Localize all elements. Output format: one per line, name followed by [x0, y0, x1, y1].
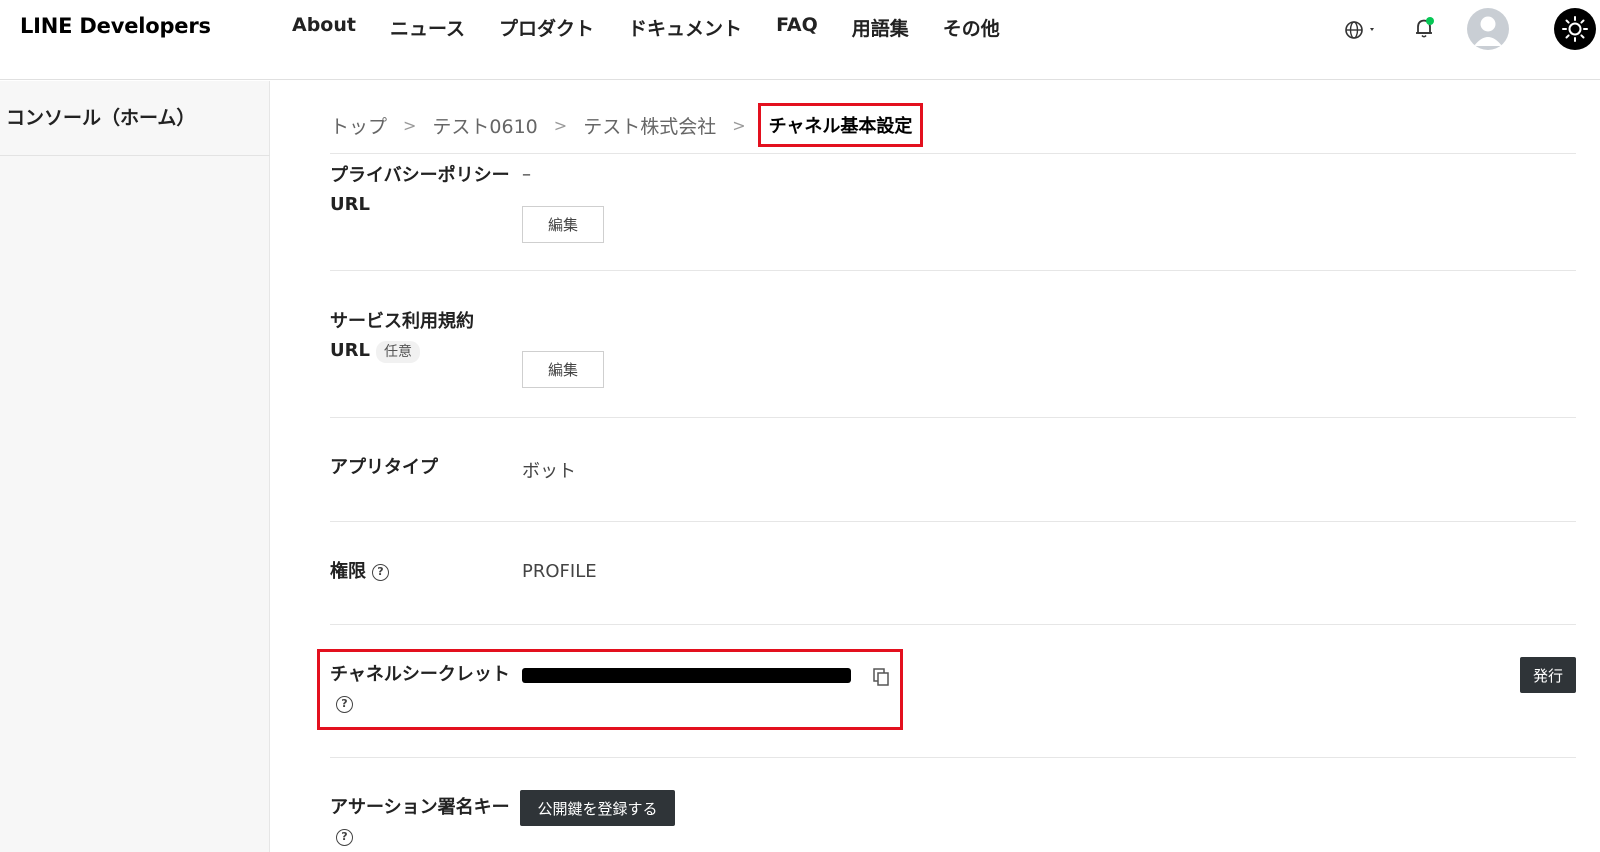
divider	[330, 521, 1576, 522]
permissions-label-text: 権限	[330, 561, 366, 582]
privacy-policy-edit-button[interactable]: 編集	[522, 206, 604, 243]
breadcrumb-current: チャネル基本設定	[757, 103, 924, 147]
copy-icon	[873, 668, 889, 686]
breadcrumb-separator: >	[403, 115, 417, 135]
help-icon[interactable]: ?	[372, 563, 389, 581]
language-selector[interactable]	[1344, 18, 1378, 42]
divider	[330, 153, 1576, 154]
divider	[330, 417, 1576, 418]
globe-icon	[1345, 21, 1374, 39]
breadcrumb-provider[interactable]: テスト0610	[432, 112, 537, 139]
help-icon[interactable]: ?	[336, 828, 353, 846]
terms-of-use-edit-button[interactable]: 編集	[522, 351, 604, 388]
site-logo[interactable]: LINE Developers	[20, 14, 211, 38]
channel-secret-label-text: チャネルシークレット	[330, 664, 510, 685]
nav-glossary[interactable]: 用語集	[852, 14, 909, 41]
app-type-value: ボット	[522, 461, 576, 482]
optional-badge: 任意	[375, 341, 420, 363]
sun-icon	[1562, 16, 1588, 42]
avatar-icon	[1474, 16, 1502, 46]
permissions-value: PROFILE	[522, 561, 597, 582]
bell-icon	[1416, 17, 1434, 38]
privacy-policy-value: –	[522, 164, 531, 185]
register-public-key-button[interactable]: 公開鍵を登録する	[520, 790, 675, 826]
assertion-key-label: アサーション署名キー?	[330, 793, 515, 851]
sidebar-item-console-home[interactable]: コンソール（ホーム）	[6, 103, 195, 130]
divider	[330, 270, 1576, 271]
nav-more[interactable]: その他	[943, 14, 1000, 41]
terms-of-use-label: サービス利用規約URL 任意	[330, 307, 510, 365]
permissions-label: 権限?	[330, 557, 510, 586]
breadcrumb-separator: >	[732, 115, 746, 135]
nav-news[interactable]: ニュース	[390, 14, 465, 41]
channel-secret-redacted	[522, 668, 851, 683]
theme-toggle[interactable]	[1554, 8, 1596, 50]
top-header: LINE Developers About ニュース プロダクト ドキュメント …	[0, 0, 1600, 80]
privacy-policy-label: プライバシーポリシーURL	[330, 165, 510, 215]
breadcrumb: トップ > テスト0610 > テスト株式会社 > チャネル基本設定	[330, 103, 924, 147]
help-icon[interactable]: ?	[336, 695, 353, 713]
divider	[330, 757, 1576, 758]
breadcrumb-top[interactable]: トップ	[330, 112, 387, 139]
app-type-label: アプリタイプ	[330, 457, 438, 478]
assertion-key-label-text: アサーション署名キー	[330, 797, 510, 818]
issue-channel-secret-button[interactable]: 発行	[1520, 657, 1576, 693]
divider	[330, 624, 1576, 625]
nav-products[interactable]: プロダクト	[499, 14, 594, 41]
breadcrumb-separator: >	[553, 115, 568, 135]
user-avatar[interactable]	[1467, 8, 1509, 50]
nav-faq[interactable]: FAQ	[776, 14, 818, 41]
sidebar-divider	[0, 155, 270, 156]
channel-secret-label: チャネルシークレット?	[330, 660, 515, 718]
copy-button[interactable]	[871, 667, 891, 687]
nav-about[interactable]: About	[292, 14, 356, 41]
notifications-button[interactable]	[1414, 16, 1436, 40]
sidebar: コンソール（ホーム）	[0, 81, 270, 852]
breadcrumb-channel[interactable]: テスト株式会社	[583, 112, 716, 139]
nav-documents[interactable]: ドキュメント	[628, 14, 742, 41]
main-nav: About ニュース プロダクト ドキュメント FAQ 用語集 その他	[292, 14, 1034, 41]
